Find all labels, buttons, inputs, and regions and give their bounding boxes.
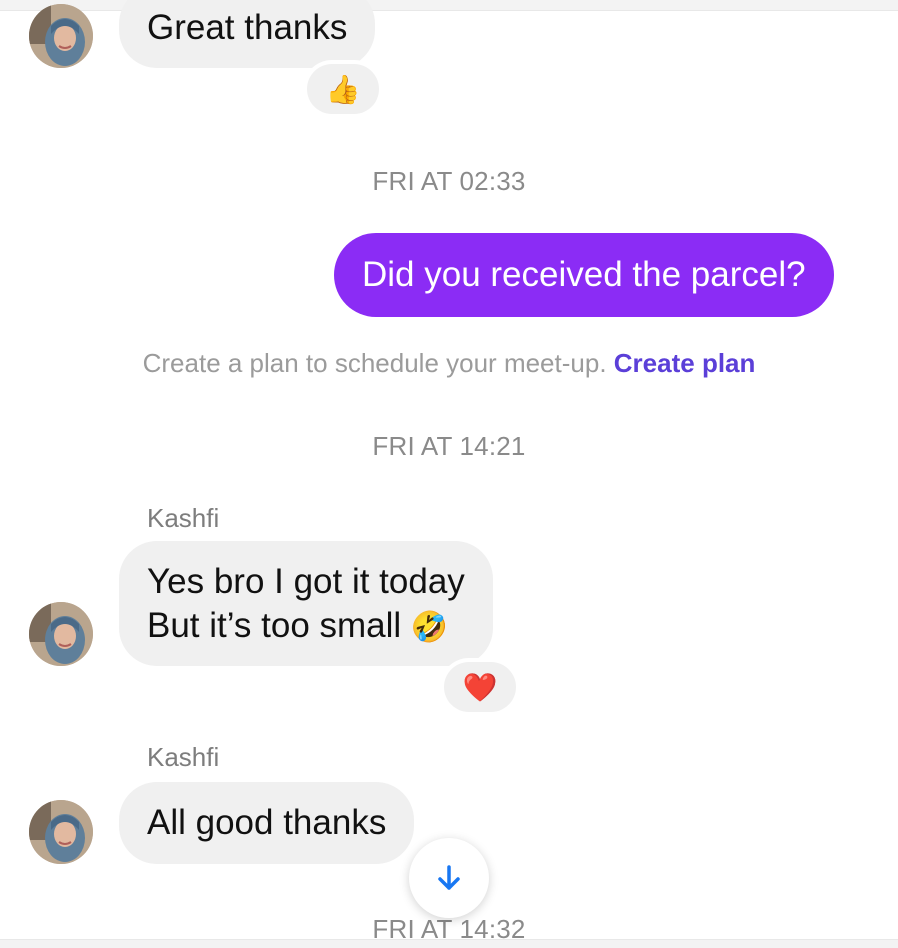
plan-hint: Create a plan to schedule your meet-up. …: [0, 348, 898, 379]
message-line: But it’s too small 🤣: [147, 604, 465, 650]
avatar-image: [29, 800, 93, 864]
avatar[interactable]: [29, 602, 93, 666]
scroll-to-bottom-button[interactable]: [409, 838, 489, 918]
heart-icon: ❤️: [462, 671, 498, 703]
message-bubble[interactable]: Great thanks: [119, 0, 376, 68]
message-bubble[interactable]: All good thanks: [119, 782, 415, 864]
message-line: Yes bro I got it today: [147, 562, 465, 601]
sender-name: Kashfi: [147, 742, 220, 772]
avatar[interactable]: [29, 800, 93, 864]
arrow-down-icon: [438, 865, 460, 890]
plan-hint-text: Create a plan to schedule your meet-up.: [142, 348, 607, 378]
thumbs-up-icon: 👍: [325, 73, 361, 105]
message-text: But it’s too small: [147, 606, 402, 645]
rolling-laughing-emoji-icon: 🤣: [410, 611, 449, 644]
reaction-badge[interactable]: 👍: [307, 64, 379, 114]
message-text: All good thanks: [147, 803, 387, 842]
message-text: Great thanks: [147, 8, 348, 47]
avatar-image: [29, 4, 93, 68]
sender-name: Kashfi: [147, 503, 220, 533]
message-text: Did you received the parcel?: [362, 255, 806, 294]
bottom-divider: [0, 939, 898, 948]
avatar[interactable]: [29, 4, 93, 68]
message-bubble[interactable]: Yes bro I got it today But it’s too smal…: [119, 541, 493, 666]
timestamp: FRI AT 14:21: [372, 431, 526, 461]
message-bubble-outgoing[interactable]: Did you received the parcel?: [334, 233, 834, 317]
avatar-image: [29, 602, 93, 666]
create-plan-link[interactable]: Create plan: [614, 348, 756, 378]
reaction-badge[interactable]: ❤️: [444, 662, 516, 712]
timestamp: FRI AT 02:33: [372, 166, 526, 196]
